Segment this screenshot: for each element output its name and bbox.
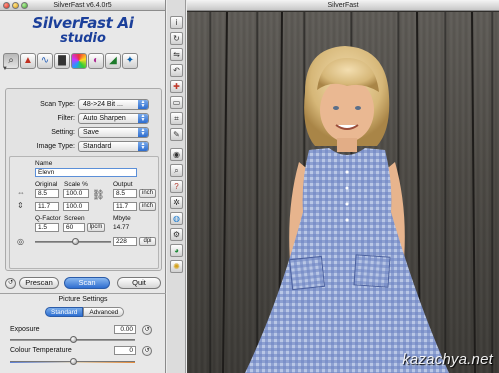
- colour-temperature-reset-icon[interactable]: ↺: [142, 346, 152, 356]
- tool-palette: ⌕ ▲ ∿ ▇ ◐ ◢ ✦: [3, 51, 163, 71]
- filter-popup[interactable]: Auto Sharpen ▲ ▼: [78, 112, 149, 124]
- colour-temperature-label: Colour Temperature: [10, 347, 72, 354]
- close-window-button[interactable]: [3, 2, 10, 9]
- redo-icon[interactable]: ✚: [170, 80, 183, 93]
- scale-label: Scale %: [64, 181, 88, 188]
- control-window-titlebar: SilverFast v6.4.0r5: [0, 0, 165, 11]
- resolution-slider-knob[interactable]: [72, 238, 79, 245]
- settings-icon[interactable]: ⚙: [170, 228, 183, 241]
- scan-button[interactable]: Scan: [64, 277, 110, 289]
- output-label: Output: [113, 181, 133, 188]
- name-label: Name: [35, 160, 53, 167]
- mbyte-label: Mbyte: [113, 215, 131, 222]
- resolution-unit-button[interactable]: dpi: [139, 237, 156, 246]
- height-unit-button[interactable]: inch: [139, 202, 156, 211]
- width-unit-button[interactable]: inch: [139, 189, 156, 198]
- resolution-field[interactable]: 228: [113, 237, 137, 246]
- screen-label: Screen: [64, 215, 85, 222]
- popup-arrows-icon: ▲ ▼: [138, 127, 148, 137]
- picture-settings-tabs: Standard Advanced: [45, 307, 125, 317]
- output-width-field[interactable]: 8.5: [113, 189, 137, 198]
- width-arrows-icon: ⇔: [17, 188, 25, 197]
- loupe-icon[interactable]: ⌕: [170, 164, 183, 177]
- preview-tool-strip: i ↻ ⇋ ↶ ✚ ▭ ⌗ ✎ ◉ ⌕ ? ✲ ◍ ⚙ ◕ ✺: [167, 0, 186, 373]
- girl-photo: [222, 12, 476, 373]
- pipette-icon[interactable]: ✎: [170, 128, 183, 141]
- preview-window-title: SilverFast: [327, 2, 359, 9]
- popup-arrows-icon: ▲ ▼: [138, 113, 148, 123]
- scan-type-row: Scan Type: 48->24 Bit ... ▲ ▼: [6, 98, 161, 110]
- prescan-button[interactable]: Prescan: [19, 277, 59, 289]
- scale-width-field[interactable]: 100.0: [63, 189, 89, 198]
- frame-icon[interactable]: ▭: [170, 96, 183, 109]
- divider: [0, 293, 166, 294]
- popup-arrows-icon: ▲ ▼: [138, 141, 148, 151]
- exposure-field[interactable]: 0.00: [114, 325, 136, 334]
- color-balance-icon[interactable]: ◕: [170, 244, 183, 257]
- selective-color-icon[interactable]: ◐: [88, 53, 104, 69]
- tab-standard[interactable]: Standard: [45, 307, 84, 317]
- output-height-field[interactable]: 11.7: [113, 202, 137, 211]
- rotate-icon[interactable]: ↻: [170, 32, 183, 45]
- control-window-title: SilverFast v6.4.0r5: [53, 2, 112, 9]
- silverfast-logo: SilverFast Ai studio: [32, 14, 134, 46]
- colour-temperature-slider-knob[interactable]: [70, 358, 77, 365]
- setting-row: Setting: Save ▲ ▼: [6, 126, 161, 138]
- scale-height-field[interactable]: 100.0: [63, 202, 89, 211]
- original-width-field[interactable]: 8.5: [35, 189, 59, 198]
- exposure-reset-icon[interactable]: ↺: [142, 325, 152, 335]
- exposure-label: Exposure: [10, 326, 40, 333]
- scan-type-popup[interactable]: 48->24 Bit ... ▲ ▼: [78, 98, 149, 110]
- frame-settings-panel: Scan Type: 48->24 Bit ... ▲ ▼ Filter: Aut…: [5, 88, 162, 271]
- minimize-window-button[interactable]: [12, 2, 19, 9]
- chain-link-icon[interactable]: ⛓: [92, 190, 105, 201]
- scan-buttons: ↺ Prescan Scan Quit: [4, 277, 164, 291]
- colour-temperature-field[interactable]: 0: [114, 346, 136, 355]
- filter-row: Filter: Auto Sharpen ▲ ▼: [6, 112, 161, 124]
- info-icon[interactable]: i: [170, 16, 183, 29]
- color-wheel-icon[interactable]: [71, 53, 87, 69]
- preview-window-titlebar: SilverFast: [187, 0, 499, 11]
- mbyte-value: 14.77: [113, 224, 130, 231]
- setting-popup[interactable]: Save ▲ ▼: [78, 126, 149, 138]
- qfactor-field[interactable]: 1.5: [35, 223, 59, 232]
- screen-field[interactable]: 60: [63, 223, 85, 232]
- silverfast-control-window: SilverFast v6.4.0r5 SilverFast Ai studio…: [0, 0, 166, 373]
- original-height-field[interactable]: 11.7: [35, 202, 59, 211]
- frame-name-input[interactable]: Elevn: [35, 168, 137, 177]
- original-label: Original: [35, 181, 58, 188]
- zoom-window-button[interactable]: [21, 2, 28, 9]
- curves-icon[interactable]: ∿: [37, 53, 53, 69]
- disclosure-triangle-icon[interactable]: ▼: [2, 66, 8, 72]
- silverfast-preview-window: SilverFast kazachya.net: [187, 0, 499, 373]
- exposure-slider-knob[interactable]: [70, 336, 77, 343]
- quit-button[interactable]: Quit: [117, 277, 161, 289]
- help-icon[interactable]: ?: [170, 180, 183, 193]
- expert-icon[interactable]: ✦: [122, 53, 138, 69]
- histogram-icon[interactable]: ▇: [54, 53, 70, 69]
- reset-icon[interactable]: ↺: [5, 278, 16, 289]
- watermark-text: kazachya.net: [402, 351, 493, 368]
- crop-icon[interactable]: ⌗: [170, 112, 183, 125]
- lightbulb-icon[interactable]: ✺: [170, 260, 183, 273]
- grain-icon[interactable]: ◍: [170, 212, 183, 225]
- frame-dimensions-box: Name Elevn Original Scale % Output ⇔ 8.5…: [9, 156, 159, 269]
- preview-image[interactable]: kazachya.net: [187, 12, 499, 373]
- height-arrows-icon: ⇕: [17, 201, 24, 210]
- picture-settings-title: Picture Settings: [58, 296, 108, 303]
- undo-icon[interactable]: ↶: [170, 64, 183, 77]
- screen-unit-button[interactable]: lpcm: [87, 223, 105, 232]
- densitometer-icon[interactable]: ◉: [170, 148, 183, 161]
- qfactor-label: Q-Factor: [35, 215, 61, 222]
- image-type-row: Image Type: Standard ▲ ▼: [6, 140, 161, 152]
- levels-icon[interactable]: ▲: [20, 53, 36, 69]
- tab-advanced[interactable]: Advanced: [83, 307, 125, 317]
- gradation-icon[interactable]: ◢: [105, 53, 121, 69]
- dust-icon[interactable]: ✲: [170, 196, 183, 209]
- resolution-icon: ◎: [17, 237, 24, 246]
- image-type-popup[interactable]: Standard ▲ ▼: [78, 140, 149, 152]
- mirror-icon[interactable]: ⇋: [170, 48, 183, 61]
- popup-arrows-icon: ▲ ▼: [138, 99, 148, 109]
